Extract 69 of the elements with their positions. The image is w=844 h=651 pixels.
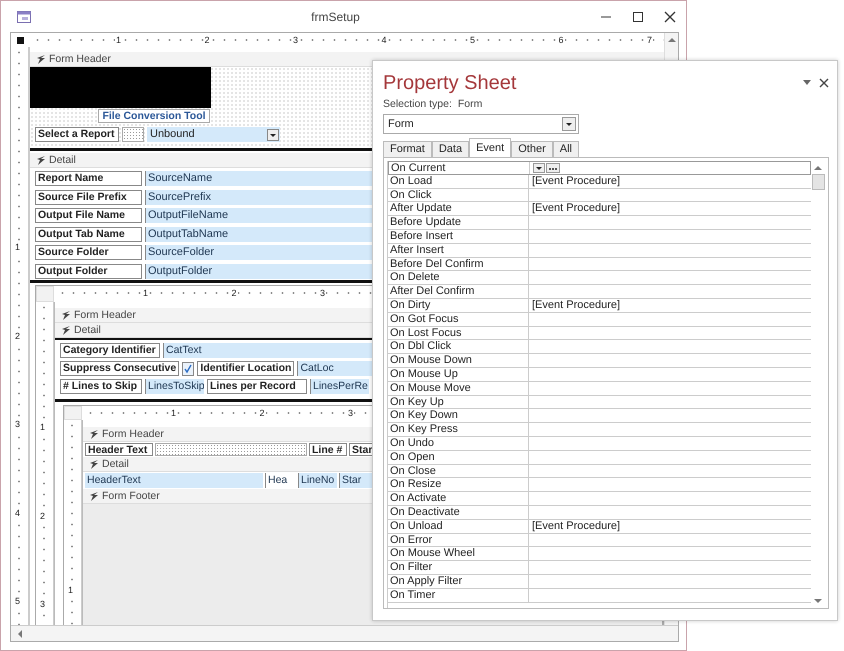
property-name: Before Del Confirm	[388, 258, 529, 270]
property-name: On Current	[389, 162, 530, 174]
section-title: Detail	[102, 458, 129, 470]
property-name: Before Update	[388, 216, 529, 229]
field-label: Report Name	[35, 171, 142, 186]
property-name: On Resize	[388, 478, 529, 492]
property-name: On Dbl Click	[388, 340, 529, 354]
property-name: On Mouse Move	[388, 382, 529, 395]
form-title-label: File Conversion Tool	[98, 109, 210, 123]
dropdown-value: Form	[388, 118, 414, 130]
property-name: On Key Press	[388, 423, 529, 436]
section-title: Form Header	[74, 309, 136, 321]
property-name: On Apply Filter	[388, 574, 529, 588]
ruler-number: 4	[14, 508, 22, 518]
field-label: Source File Prefix	[35, 190, 142, 204]
ruler-number: 2	[39, 510, 46, 520]
property-name: After Update	[388, 202, 529, 216]
property-name: On Timer	[388, 588, 529, 602]
property-name: On Click	[388, 188, 529, 202]
section-title: Detail	[74, 324, 101, 336]
column-label: Line #	[309, 443, 347, 456]
property-name: On Close	[388, 464, 529, 478]
field-label: Lines per Record	[207, 379, 307, 394]
section-title: Form Header	[49, 53, 111, 65]
field-label: Select a Report	[35, 127, 119, 142]
property-name: On Undo	[388, 436, 529, 450]
window-title: frmSetup	[310, 10, 361, 24]
field-label: Output Folder	[35, 264, 142, 278]
section-title: Form Header	[102, 428, 164, 440]
property-name: On Deactivate	[388, 506, 529, 519]
property-name: On Key Up	[388, 396, 529, 408]
ruler-number: 3	[14, 419, 22, 429]
field-label: Identifier Location	[197, 361, 294, 376]
property-name: Before Insert	[388, 230, 529, 243]
property-name: On Mouse Up	[388, 368, 529, 381]
ruler-number: 3	[39, 599, 46, 609]
field-label: # Lines to Skip	[60, 379, 142, 394]
property-name: On Filter	[388, 561, 529, 574]
ruler-number: 5	[14, 596, 22, 606]
ruler-number: 2	[14, 330, 22, 340]
selection-type-value: Form	[458, 98, 482, 110]
field-label: Output File Name	[35, 208, 142, 223]
property-name: On Dirty	[388, 298, 529, 312]
property-value: [Event Procedure]	[532, 520, 620, 533]
property-name: On Mouse Down	[388, 354, 529, 367]
field-label: Category Identifier	[60, 343, 160, 358]
field-label: Output Tab Name	[35, 226, 142, 242]
ruler-number: 1	[14, 242, 22, 252]
property-name: On Lost Focus	[388, 326, 529, 340]
property-name: On Activate	[388, 492, 529, 505]
property-name: On Unload	[388, 520, 529, 533]
property-name: On Key Down	[388, 409, 529, 422]
property-name: On Load	[388, 174, 529, 188]
ruler-number: 1	[39, 422, 46, 432]
field-label: Source Folder	[35, 245, 142, 260]
property-name: On Got Focus	[388, 312, 529, 326]
property-name: On Error	[388, 534, 529, 546]
property-name: On Open	[388, 450, 529, 464]
section-title: Detail	[49, 154, 76, 166]
ruler-number: 1	[67, 585, 74, 595]
column-label: Header Text	[85, 443, 153, 456]
selection-type-label: Selection type:	[383, 98, 452, 110]
property-name: After Insert	[388, 244, 529, 257]
panel-title: Property Sheet	[383, 72, 518, 94]
field-label: Suppress Consecutive	[60, 361, 180, 376]
property-name: After Del Confirm	[388, 285, 529, 298]
section-title: Form Footer	[102, 490, 160, 502]
property-name: On Mouse Wheel	[388, 547, 529, 560]
property-name: On Delete	[388, 271, 529, 284]
